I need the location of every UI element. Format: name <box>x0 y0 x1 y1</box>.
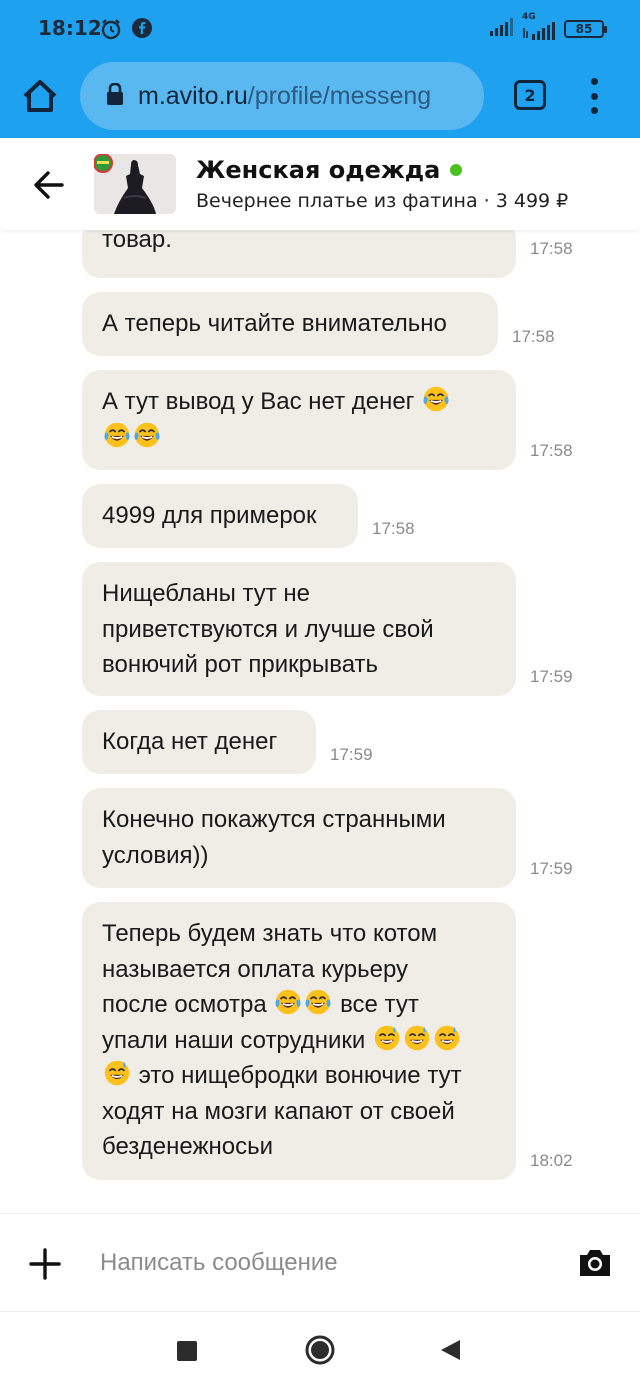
alarm-icon <box>100 18 122 44</box>
message-time: 18:02 <box>530 1151 573 1170</box>
message-text-line: А тут вывод у Вас нет денег <box>102 388 415 415</box>
message-text: А тут вывод у Вас нет денег <box>82 370 516 471</box>
attach-plus-icon[interactable] <box>28 1247 62 1281</box>
battery-icon: 85 <box>564 20 607 38</box>
address-bar[interactable]: m.avito.ru/profile/messeng <box>80 62 484 130</box>
url-text: m.avito.ru/profile/messeng <box>138 82 431 111</box>
item-thumbnail[interactable] <box>94 154 176 214</box>
browser-toolbar: m.avito.ru/profile/messeng 2 <box>0 58 640 138</box>
recent-apps-icon[interactable] <box>176 1340 198 1366</box>
url-path: /profile/messeng <box>247 81 432 110</box>
status-bar: 18:12 4G 85 <box>0 0 640 58</box>
message-bubble: товар. 17:58 <box>82 230 573 278</box>
signal-4g-icon: 4G <box>522 12 556 40</box>
message-bubble: А теперь читайте внимательно 17:58 <box>82 292 555 356</box>
network-label: 4G <box>522 12 536 22</box>
lock-icon <box>106 82 124 109</box>
message-time: 17:58 <box>512 327 555 346</box>
laugh-emoji-icon <box>133 421 161 449</box>
seller-name[interactable]: Женская одежда <box>196 156 440 184</box>
sweat-emoji-icon <box>103 1059 131 1087</box>
laugh-emoji-icon <box>422 385 450 413</box>
back-arrow-icon[interactable] <box>32 168 66 202</box>
message-text: Конечно покажутся странными условия)) <box>102 806 446 869</box>
home-circle-icon[interactable] <box>304 1334 336 1370</box>
laugh-emoji-icon <box>304 988 332 1016</box>
camera-icon[interactable] <box>576 1244 614 1282</box>
message-bubble: Конечно покажутся странными условия)) 17… <box>82 788 573 888</box>
url-host: m.avito.ru <box>138 81 248 110</box>
message-bubble: Когда нет денег 17:59 <box>82 710 373 774</box>
message-bubble: Нищебланы тут не приветствуются и лучше … <box>82 562 573 696</box>
status-right: 4G 85 <box>490 12 607 40</box>
sweat-emoji-icon <box>433 1024 461 1052</box>
laugh-emoji-icon <box>103 421 131 449</box>
overflow-menu-icon[interactable] <box>586 78 602 114</box>
message-list[interactable]: товар. 17:58 А теперь читайте внимательн… <box>0 230 640 1213</box>
signal-icon <box>490 18 514 40</box>
message-text: Когда нет денег <box>102 728 278 755</box>
message-composer <box>0 1213 640 1311</box>
back-triangle-icon[interactable] <box>438 1338 462 1366</box>
message-bubble: Теперь будем знать что котом называется … <box>82 902 573 1181</box>
message-text: А теперь читайте внимательно <box>102 310 447 337</box>
message-bubble: А тут вывод у Вас нет денег 17:58 <box>82 370 573 471</box>
facebook-icon <box>132 18 152 42</box>
message-time: 17:58 <box>530 441 573 460</box>
message-time: 17:58 <box>372 519 415 538</box>
message-text: товар. <box>102 230 172 253</box>
message-time: 17:59 <box>530 859 573 878</box>
message-input[interactable] <box>100 1240 540 1286</box>
sweat-emoji-icon <box>403 1024 431 1052</box>
tabs-count-button[interactable]: 2 <box>514 80 546 110</box>
sweat-emoji-icon <box>373 1024 401 1052</box>
message-text-part: это нищебродки вонючие тут ходят на мозг… <box>102 1062 462 1160</box>
message-time: 17:59 <box>530 667 573 686</box>
message-bubble: 4999 для примерок 17:58 <box>82 484 415 548</box>
message-text: Нищебланы тут не приветствуются и лучше … <box>102 580 434 678</box>
laugh-emoji-icon <box>274 988 302 1016</box>
message-time: 17:59 <box>330 745 373 764</box>
message-text: 4999 для примерок <box>102 502 317 529</box>
status-time: 18:12 <box>38 16 102 40</box>
system-nav-bar <box>0 1311 640 1387</box>
online-status-dot <box>450 164 463 176</box>
message-time: 17:58 <box>530 239 573 258</box>
home-icon[interactable] <box>20 76 60 116</box>
message-text: Теперь будем знать что котом называется … <box>82 902 492 1181</box>
item-info[interactable]: Вечернее платье из фатина · 3 499 ₽ <box>196 190 568 212</box>
seller-name-row: Женская одежда <box>196 156 463 184</box>
chat-header: Женская одежда Вечернее платье из фатина… <box>0 138 640 230</box>
